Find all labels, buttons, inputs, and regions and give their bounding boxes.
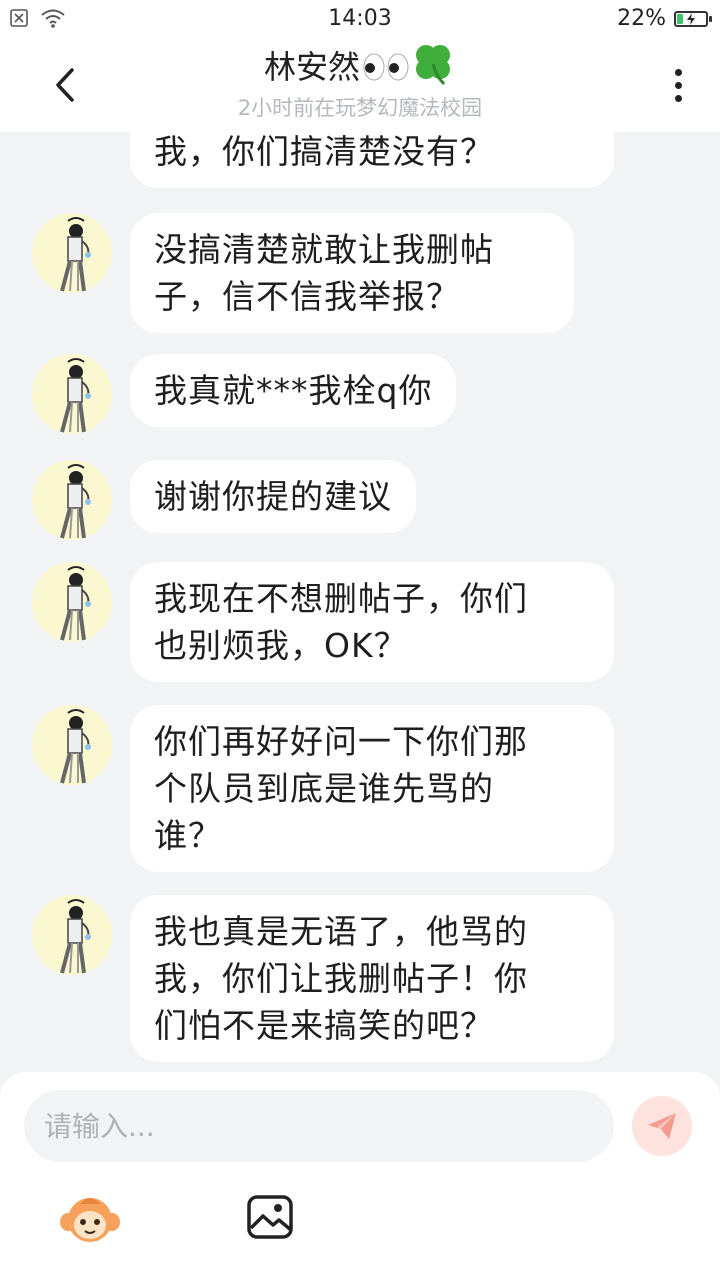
image-icon <box>247 1195 293 1239</box>
avatar-figure-icon <box>32 562 112 642</box>
presence-status: 2小时前在玩梦幻魔法校园 <box>237 96 483 120</box>
more-icon-dot <box>674 81 682 89</box>
battery-icon <box>674 10 712 27</box>
message-bubble[interactable]: 我也真是无语了，他骂的 我，你们让我删帖子！你 们怕不是来搞笑的吧？ <box>130 895 614 1062</box>
send-icon <box>648 1113 676 1139</box>
message-input[interactable] <box>24 1090 614 1162</box>
image-button[interactable] <box>246 1194 294 1240</box>
message-bubble[interactable]: 没搞清楚就敢让我删帖 子，信不信我举报？ <box>130 213 574 333</box>
more-icon <box>674 68 682 76</box>
more-button[interactable] <box>658 60 698 110</box>
send-button[interactable] <box>632 1096 692 1156</box>
avatar[interactable] <box>32 895 112 975</box>
avatar-figure-icon <box>32 354 112 434</box>
clock: 14:03 <box>328 6 392 31</box>
chat-header: 林安然 2小时前在玩梦幻魔法校园 <box>0 38 720 132</box>
emoji-sticker-icon <box>60 1198 120 1242</box>
avatar[interactable] <box>32 562 112 642</box>
message-bubble[interactable]: 我真就***我栓q你 <box>130 354 457 427</box>
contact-name: 林安然 <box>263 48 360 86</box>
battery-level-fill <box>677 13 683 24</box>
battery-percent: 22% <box>617 6 666 31</box>
avatar-figure-icon <box>32 460 112 540</box>
avatar[interactable] <box>32 354 112 434</box>
avatar-figure-icon <box>32 895 112 975</box>
composer <box>0 1072 720 1280</box>
message-bubble[interactable]: 我现在不想删帖子，你们 也别烦我，OK？ <box>130 562 614 682</box>
avatar[interactable] <box>32 705 112 785</box>
message-list[interactable]: 我，你们搞清楚没有？ 没搞清楚就敢让我删帖 子，信不信我举报？ 我真就***我栓… <box>0 132 720 1072</box>
avatar[interactable] <box>32 460 112 540</box>
clover-emoji-icon <box>410 42 456 86</box>
avatar[interactable] <box>32 213 112 293</box>
message-bubble[interactable]: 你们再好好问一下你们那 个队员到底是谁先骂的 谁？ <box>130 705 614 872</box>
message-bubble[interactable]: 谢谢你提的建议 <box>130 460 416 533</box>
page-title: 林安然 <box>0 42 720 88</box>
avatar-figure-icon <box>32 705 112 785</box>
avatar-figure-icon <box>32 213 112 293</box>
more-icon-dot <box>674 94 682 102</box>
eyes-emoji-icon <box>362 52 410 82</box>
emoji-sticker-button[interactable] <box>58 1192 122 1244</box>
status-bar: 14:03 22% <box>0 0 720 38</box>
message-bubble[interactable]: 我，你们搞清楚没有？ <box>130 132 614 188</box>
